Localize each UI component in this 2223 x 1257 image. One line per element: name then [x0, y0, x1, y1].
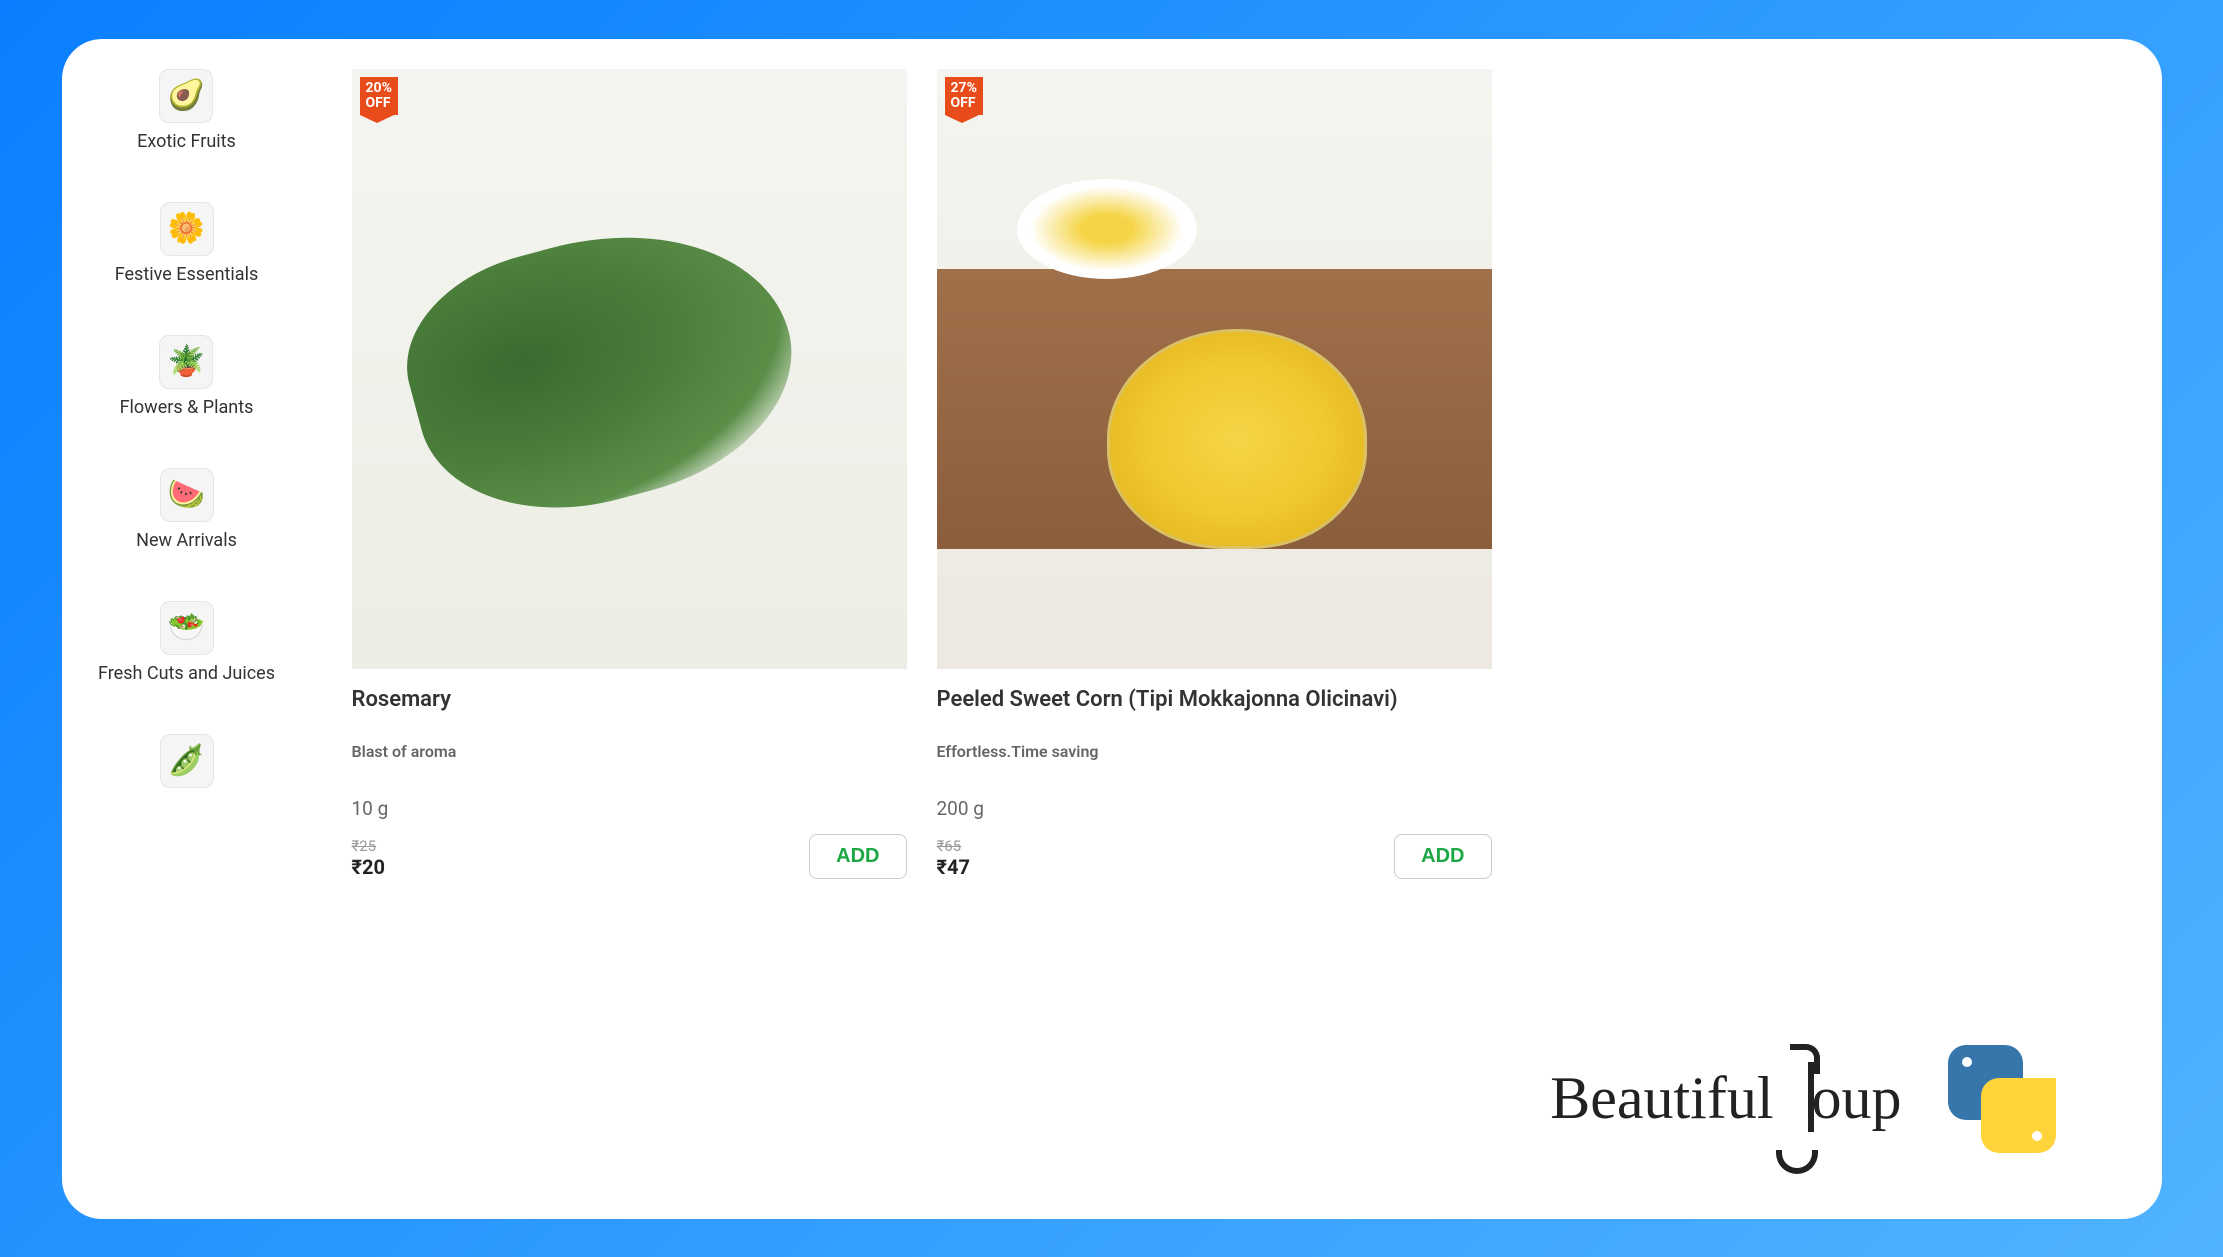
price-old: ₹65	[937, 837, 970, 855]
sidebar-item-festive-essentials[interactable]: 🌼 Festive Essentials	[115, 202, 259, 285]
sidebar-item-flowers-plants[interactable]: 🪴 Flowers & Plants	[120, 335, 254, 418]
price-old: ₹25	[352, 837, 385, 855]
product-card-rosemary[interactable]: 20% OFF Rosemary Blast of aroma 10 g ₹25…	[352, 69, 907, 1219]
product-card-peeled-sweet-corn[interactable]: 27% OFF Peeled Sweet Corn (Tipi Mokkajon…	[937, 69, 1492, 1219]
price-row: ₹25 ₹20 ADD	[352, 834, 907, 879]
discount-percent: 27%	[951, 80, 977, 96]
sidebar-item-fresh-cuts-juices[interactable]: 🥗 Fresh Cuts and Juices	[98, 601, 275, 684]
sidebar-item-exotic-fruits[interactable]: 🥑 Exotic Fruits	[137, 69, 236, 152]
sidebar-item-more[interactable]: 🫛	[160, 734, 214, 796]
product-weight: 200 g	[937, 797, 1492, 820]
sidebar: 🥑 Exotic Fruits 🌼 Festive Essentials 🪴 F…	[62, 39, 312, 1219]
plant-icon: 🪴	[159, 335, 213, 389]
sidebar-item-label: Flowers & Plants	[120, 397, 254, 418]
discount-off: OFF	[366, 95, 391, 111]
beautifulsoup-logo: Beautiful oup	[1550, 1044, 1901, 1154]
product-image	[352, 69, 907, 669]
sidebar-item-label: Exotic Fruits	[137, 131, 236, 152]
product-title: Peeled Sweet Corn (Tipi Mokkajonna Olici…	[937, 687, 1492, 712]
discount-percent: 20%	[366, 80, 392, 96]
python-logo-icon	[1942, 1039, 2062, 1159]
sidebar-item-new-arrivals[interactable]: 🍉 New Arrivals	[136, 468, 237, 551]
sidebar-item-label: New Arrivals	[136, 530, 237, 551]
product-tagline: Effortless.Time saving	[937, 742, 1492, 761]
discount-off: OFF	[951, 95, 976, 111]
product-tagline: Blast of aroma	[352, 742, 907, 761]
salad-icon: 🥗	[160, 601, 214, 655]
add-button[interactable]: ADD	[809, 834, 906, 879]
flower-icon: 🌼	[160, 202, 214, 256]
bs-text-left: Beautiful	[1550, 1064, 1773, 1133]
price-new: ₹20	[352, 855, 385, 879]
ladle-icon	[1768, 1044, 1818, 1154]
product-title: Rosemary	[352, 687, 907, 712]
price-row: ₹65 ₹47 ADD	[937, 834, 1492, 879]
beans-icon: 🫛	[160, 734, 214, 788]
product-image	[937, 69, 1492, 669]
product-grid: 20% OFF Rosemary Blast of aroma 10 g ₹25…	[312, 39, 1492, 1219]
watermelon-icon: 🍉	[160, 468, 214, 522]
app-window: 🥑 Exotic Fruits 🌼 Festive Essentials 🪴 F…	[62, 39, 2162, 1219]
price-new: ₹47	[937, 855, 970, 879]
sidebar-item-label: Festive Essentials	[115, 264, 259, 285]
avocado-icon: 🥑	[159, 69, 213, 123]
discount-badge: 27% OFF	[945, 77, 983, 116]
footer-logos: Beautiful oup	[1550, 1039, 2061, 1159]
bs-text-right: oup	[1812, 1064, 1902, 1133]
add-button[interactable]: ADD	[1394, 834, 1491, 879]
discount-badge: 20% OFF	[360, 77, 398, 116]
sidebar-item-label: Fresh Cuts and Juices	[98, 663, 275, 684]
product-weight: 10 g	[352, 797, 907, 820]
